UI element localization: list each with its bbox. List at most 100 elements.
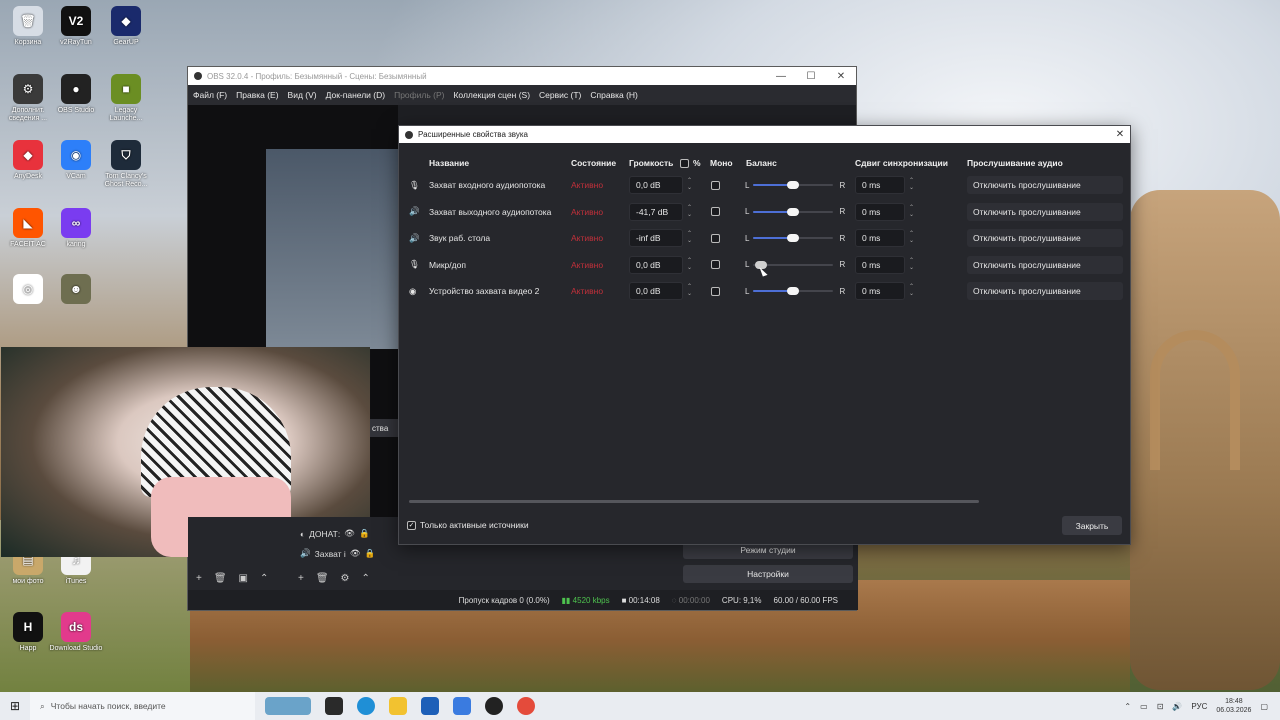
windows-start-icon[interactable]: ⊞: [0, 699, 30, 713]
sync-offset-field[interactable]: 0 ms: [855, 176, 905, 194]
language-indicator[interactable]: РУС: [1191, 702, 1207, 711]
mono-toggle[interactable]: [711, 176, 720, 194]
dialog-close-icon[interactable]: ✕: [1110, 129, 1130, 140]
eye-icon[interactable]: 👁: [350, 548, 361, 559]
desktop-icon-item[interactable]: V2 v2RayTun: [48, 6, 104, 47]
obs-icon[interactable]: [485, 697, 503, 715]
menu-file[interactable]: Файл (F): [193, 90, 227, 100]
source-item[interactable]: ◐ ДОНАТ: 👁 🔒: [300, 528, 370, 539]
balance-slider[interactable]: [753, 282, 834, 300]
dialog-titlebar[interactable]: Расширенные свойства звука ✕: [399, 126, 1130, 143]
mono-checkbox[interactable]: [711, 233, 720, 243]
settings-button[interactable]: Настройки: [683, 565, 853, 583]
mono-checkbox[interactable]: [711, 207, 720, 216]
obs-preview[interactable]: [1, 105, 401, 575]
balance-control[interactable]: L R: [745, 203, 845, 221]
sync-offset-control[interactable]: 0 ms ⌃ ⌄: [855, 202, 914, 221]
edge-icon[interactable]: [357, 697, 375, 715]
volume-field[interactable]: -inf dB: [629, 229, 683, 247]
balance-slider[interactable]: [753, 229, 834, 247]
balance-slider[interactable]: [753, 203, 834, 221]
slider-thumb[interactable]: [787, 287, 800, 295]
lock-icon[interactable]: 🔒: [359, 528, 370, 539]
desktop-icon-item[interactable]: ☻: [48, 274, 104, 307]
mono-toggle[interactable]: [711, 203, 720, 221]
lock-icon[interactable]: 🔒: [365, 548, 376, 559]
trash-icon[interactable]: 🗑: [316, 573, 329, 584]
sync-offset-field[interactable]: 0 ms: [855, 282, 905, 300]
balance-slider[interactable]: [753, 176, 834, 194]
mono-checkbox[interactable]: [711, 180, 720, 190]
volume-spin-icon[interactable]: ⌃ ⌄: [687, 205, 692, 219]
up-icon[interactable]: ⌃: [260, 573, 268, 584]
mono-checkbox[interactable]: [711, 260, 720, 269]
add-icon[interactable]: +: [298, 573, 304, 584]
volume-control[interactable]: -inf dB ⌃ ⌄: [629, 229, 692, 247]
close-button[interactable]: ✕: [826, 71, 856, 82]
desktop-icon-item[interactable]: ds Download Studio: [48, 612, 104, 653]
menu-view[interactable]: Вид (V): [288, 90, 317, 100]
properties-tab[interactable]: ства: [370, 419, 398, 437]
percent-checkbox[interactable]: [680, 159, 689, 168]
slider-thumb[interactable]: [787, 181, 800, 189]
desktop-icon-item[interactable]: ■ Legacy Launche...: [98, 74, 154, 123]
clock[interactable]: 18:48 06.03.2026: [1216, 697, 1251, 715]
monitoring-select[interactable]: Отключить прослушивание: [967, 176, 1123, 194]
volume-control[interactable]: 0,0 dB ⌃ ⌄: [629, 176, 692, 194]
volume-control[interactable]: 0,0 dB ⌃ ⌄: [629, 255, 692, 274]
only-active-checkbox[interactable]: ✓: [407, 520, 416, 530]
sync-spin-icon[interactable]: ⌃ ⌄: [909, 258, 914, 272]
mono-toggle[interactable]: [711, 256, 720, 274]
sync-offset-control[interactable]: 0 ms ⌃ ⌄: [855, 255, 914, 274]
sync-offset-field[interactable]: 0 ms: [855, 255, 905, 274]
task-view-icon[interactable]: [325, 697, 343, 715]
maximize-button[interactable]: ☐: [796, 71, 826, 82]
volume-spin-icon[interactable]: ⌃ ⌄: [687, 178, 692, 192]
slider-thumb[interactable]: [787, 207, 800, 216]
monitoring-select[interactable]: Отключить прослушивание: [967, 282, 1123, 300]
volume-control[interactable]: 0,0 dB ⌃ ⌄: [629, 282, 692, 300]
sync-offset-control[interactable]: 0 ms ⌃ ⌄: [855, 229, 914, 247]
store-icon[interactable]: [421, 697, 439, 715]
monitoring-select[interactable]: Отключить прослушивание: [967, 202, 1123, 221]
desktop-icon-item[interactable]: ◆ GearUP: [98, 6, 154, 47]
desktop-icon-item[interactable]: ∞ karing: [48, 208, 104, 249]
volume-spin-icon[interactable]: ⌃ ⌄: [687, 284, 692, 298]
menu-profile[interactable]: Профиль (P): [394, 90, 444, 100]
menu-tools[interactable]: Сервис (T): [539, 90, 581, 100]
source-item[interactable]: 🔊 Захват і 👁 🔒: [300, 548, 375, 559]
desktop-icon-item[interactable]: ⛉ Tom Clancy's Ghost Reco...: [98, 140, 154, 189]
volume-spin-icon[interactable]: ⌃ ⌄: [687, 231, 692, 245]
trash-icon[interactable]: 🗑: [214, 573, 227, 584]
chrome-icon[interactable]: [517, 697, 535, 715]
sync-offset-control[interactable]: 0 ms ⌃ ⌄: [855, 176, 914, 194]
desktop-icon-item[interactable]: ◉ VCam: [48, 140, 104, 181]
monitoring-select[interactable]: Отключить прослушивание: [967, 255, 1123, 274]
horizontal-scrollbar[interactable]: [409, 500, 979, 503]
close-button[interactable]: Закрыть: [1062, 516, 1122, 535]
volume-field[interactable]: 0,0 dB: [629, 176, 683, 194]
sync-offset-field[interactable]: 0 ms: [855, 202, 905, 221]
vpn-icon[interactable]: [453, 697, 471, 715]
minimize-button[interactable]: —: [766, 71, 796, 82]
chevron-up-icon[interactable]: ⌃: [1124, 702, 1131, 711]
menu-edit[interactable]: Правка (E): [236, 90, 278, 100]
advanced-audio-dialog[interactable]: Расширенные свойства звука ✕ Название Со…: [398, 125, 1131, 545]
menu-help[interactable]: Справка (H): [590, 90, 638, 100]
mono-toggle[interactable]: [711, 282, 720, 300]
balance-control[interactable]: L R: [745, 282, 845, 300]
monitoring-select[interactable]: Отключить прослушивание: [967, 229, 1123, 247]
volume-field[interactable]: -41,7 dB: [629, 202, 683, 221]
add-icon[interactable]: +: [196, 573, 202, 584]
sync-spin-icon[interactable]: ⌃ ⌄: [909, 284, 914, 298]
file-explorer-icon[interactable]: [389, 697, 407, 715]
balance-control[interactable]: L R: [745, 229, 845, 247]
slider-thumb[interactable]: [787, 234, 800, 242]
search-highlight-icon[interactable]: [265, 697, 311, 715]
sync-offset-field[interactable]: 0 ms: [855, 229, 905, 247]
sync-spin-icon[interactable]: ⌃ ⌄: [909, 205, 914, 219]
mono-checkbox[interactable]: [711, 286, 720, 296]
menu-scene-collection[interactable]: Коллекция сцен (S): [453, 90, 530, 100]
up-icon[interactable]: ⌃: [362, 573, 370, 584]
volume-spin-icon[interactable]: ⌃ ⌄: [687, 258, 692, 272]
